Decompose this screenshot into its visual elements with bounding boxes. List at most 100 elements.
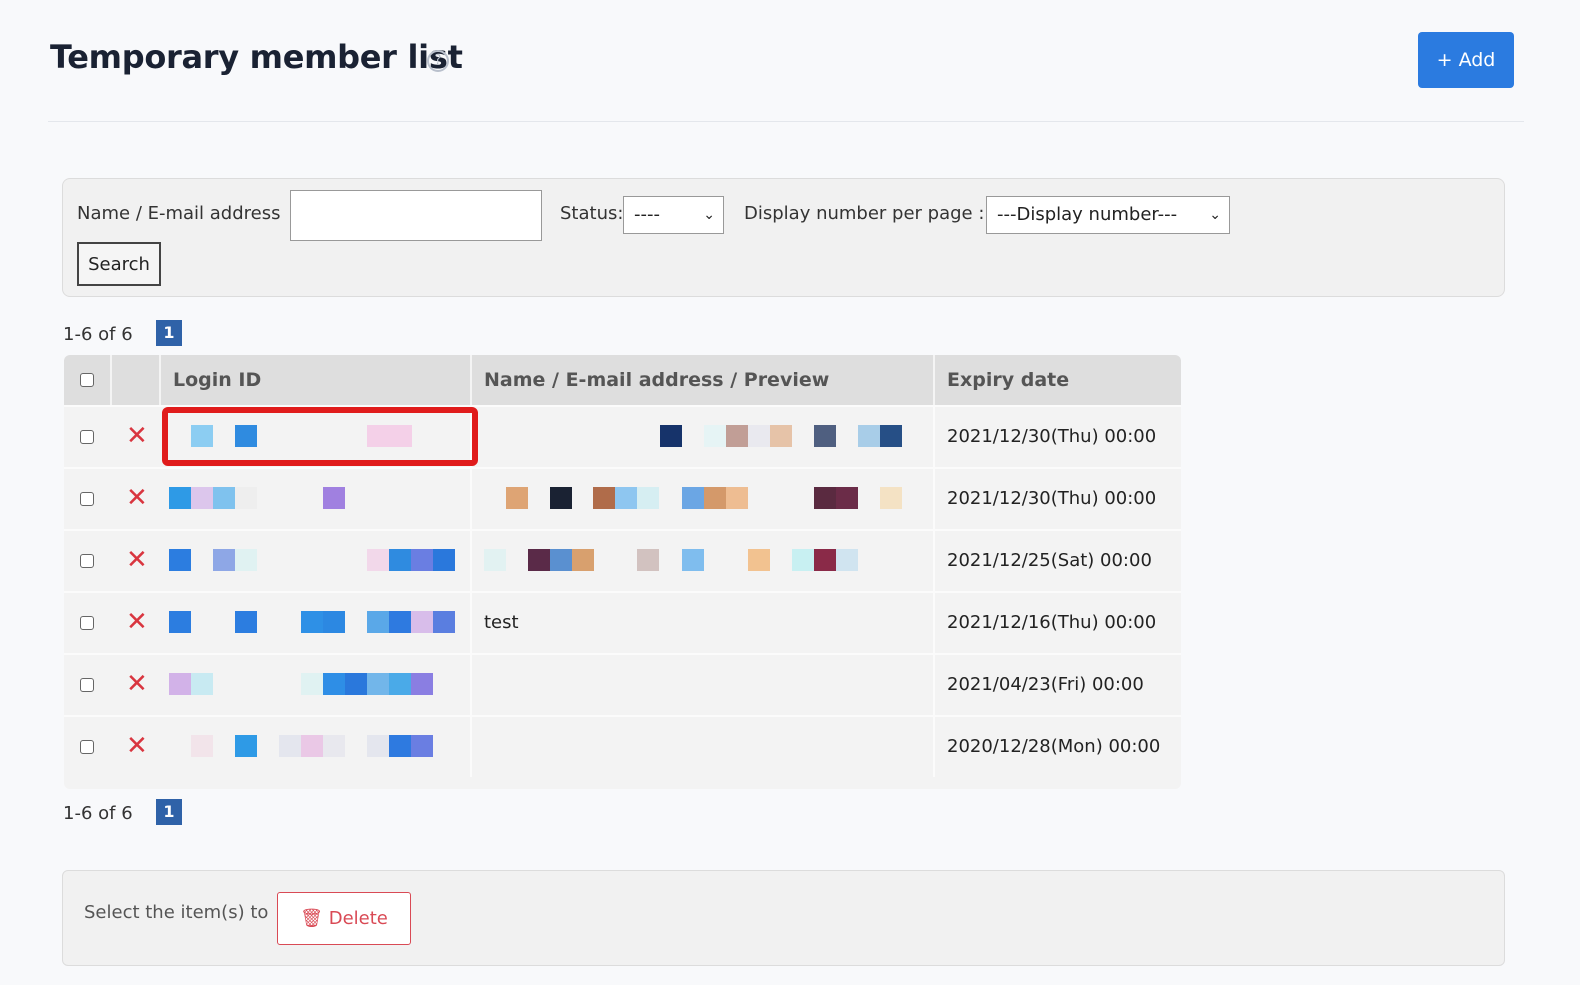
delete-row-icon[interactable]: ✕ <box>126 423 148 449</box>
redacted-block <box>279 735 301 757</box>
redacted-block <box>484 549 506 571</box>
redacted-block <box>433 549 455 571</box>
login-id-cell <box>161 717 472 777</box>
filter-panel: Name / E-mail address Status: ---- ⌄ Dis… <box>62 178 1505 297</box>
redacted-block <box>411 735 433 757</box>
row-checkbox[interactable] <box>80 430 94 444</box>
redacted-block <box>411 673 433 695</box>
redacted-block <box>836 549 858 571</box>
trash-icon: 🗑 <box>300 908 323 929</box>
login-id-cell <box>161 469 472 529</box>
highlight-box <box>162 407 478 466</box>
search-button[interactable]: Search <box>77 242 161 286</box>
redacted-block <box>682 549 704 571</box>
pagination-range: 1-6 of 6 <box>63 803 133 824</box>
delete-row-icon[interactable]: ✕ <box>126 485 148 511</box>
row-checkbox[interactable] <box>80 554 94 568</box>
redacted-block <box>389 735 411 757</box>
redacted-block <box>301 673 323 695</box>
redacted-block <box>235 487 257 509</box>
redacted-block <box>235 549 257 571</box>
redacted-block <box>191 673 213 695</box>
status-select[interactable]: ---- ⌄ <box>623 196 724 234</box>
status-select-value: ---- <box>634 204 660 225</box>
redacted-block <box>726 425 748 447</box>
chevron-down-icon: ⌄ <box>703 207 715 223</box>
name-email-cell <box>472 655 935 715</box>
delete-button[interactable]: 🗑 Delete <box>277 892 411 945</box>
chevron-down-icon: ⌄ <box>1209 207 1221 223</box>
add-button[interactable]: + Add <box>1418 32 1514 88</box>
redacted-block <box>593 487 615 509</box>
delete-row-icon[interactable]: ✕ <box>126 671 148 697</box>
redacted-block <box>814 487 836 509</box>
name-email-input[interactable] <box>290 190 542 241</box>
delete-row-icon[interactable]: ✕ <box>126 547 148 573</box>
redacted-block <box>235 611 257 633</box>
redacted-block <box>550 549 572 571</box>
table-row: ✕ 2021/12/30(Thu) 00:00 <box>64 467 1181 529</box>
redacted-block <box>411 611 433 633</box>
redacted-block <box>345 673 367 695</box>
redacted-block <box>367 611 389 633</box>
redacted-block <box>301 611 323 633</box>
redacted-block <box>169 487 191 509</box>
display-number-select[interactable]: ---Display number--- ⌄ <box>986 196 1230 234</box>
delete-row-icon[interactable]: ✕ <box>126 609 148 635</box>
page-1-link[interactable]: 1 <box>156 799 182 825</box>
redacted-block <box>615 487 637 509</box>
redacted-block <box>411 549 433 571</box>
redacted-block <box>814 425 836 447</box>
select-all-checkbox[interactable] <box>80 373 94 387</box>
redacted-block <box>770 425 792 447</box>
help-icon[interactable]: ? <box>427 50 449 72</box>
redacted-block <box>389 673 411 695</box>
bulk-select-text: Select the item(s) to <box>84 902 269 923</box>
row-checkbox[interactable] <box>80 616 94 630</box>
redacted-block <box>323 673 345 695</box>
redacted-block <box>836 487 858 509</box>
pagination-range: 1-6 of 6 <box>63 324 133 345</box>
redacted-block <box>682 487 704 509</box>
expiry-date-cell: 2021/12/16(Thu) 00:00 <box>947 612 1157 633</box>
redacted-block <box>213 549 235 571</box>
status-label: Status: <box>560 203 624 224</box>
redacted-block <box>213 487 235 509</box>
column-login-id[interactable]: Login ID <box>161 355 472 405</box>
header-action-cell <box>112 355 161 405</box>
row-checkbox[interactable] <box>80 678 94 692</box>
expiry-date-cell: 2020/12/28(Mon) 00:00 <box>947 736 1161 757</box>
expiry-date-cell: 2021/04/23(Fri) 00:00 <box>947 674 1144 695</box>
redacted-block <box>704 425 726 447</box>
login-id-cell <box>161 655 472 715</box>
row-checkbox[interactable] <box>80 492 94 506</box>
expiry-date-cell: 2021/12/30(Thu) 00:00 <box>947 488 1157 509</box>
redacted-block <box>433 611 455 633</box>
expiry-date-cell: 2021/12/25(Sat) 00:00 <box>947 550 1152 571</box>
redacted-block <box>748 425 770 447</box>
delete-row-icon[interactable]: ✕ <box>126 733 148 759</box>
login-id-cell <box>161 531 472 591</box>
redacted-block <box>323 487 345 509</box>
column-name-email-preview[interactable]: Name / E-mail address / Preview <box>472 355 935 405</box>
redacted-block <box>191 487 213 509</box>
redacted-block <box>660 425 682 447</box>
row-checkbox[interactable] <box>80 740 94 754</box>
redacted-block <box>323 735 345 757</box>
table-row: ✕ 2020/12/28(Mon) 00:00 <box>64 715 1181 789</box>
display-number-label: Display number per page : <box>744 203 985 224</box>
redacted-block <box>389 611 411 633</box>
redacted-block <box>169 673 191 695</box>
redacted-block <box>572 549 594 571</box>
header-checkbox-cell <box>64 355 112 405</box>
redacted-block <box>858 425 880 447</box>
bulk-action-panel: Select the item(s) to 🗑 Delete <box>62 870 1505 966</box>
redacted-block <box>880 425 902 447</box>
redacted-block <box>367 735 389 757</box>
expiry-date-cell: 2021/12/30(Thu) 00:00 <box>947 426 1157 447</box>
page-1-link[interactable]: 1 <box>156 320 182 346</box>
table-header: Login ID Name / E-mail address / Preview… <box>64 355 1181 405</box>
column-expiry-date[interactable]: Expiry date <box>935 355 1181 405</box>
redacted-block <box>637 487 659 509</box>
redacted-block <box>704 487 726 509</box>
